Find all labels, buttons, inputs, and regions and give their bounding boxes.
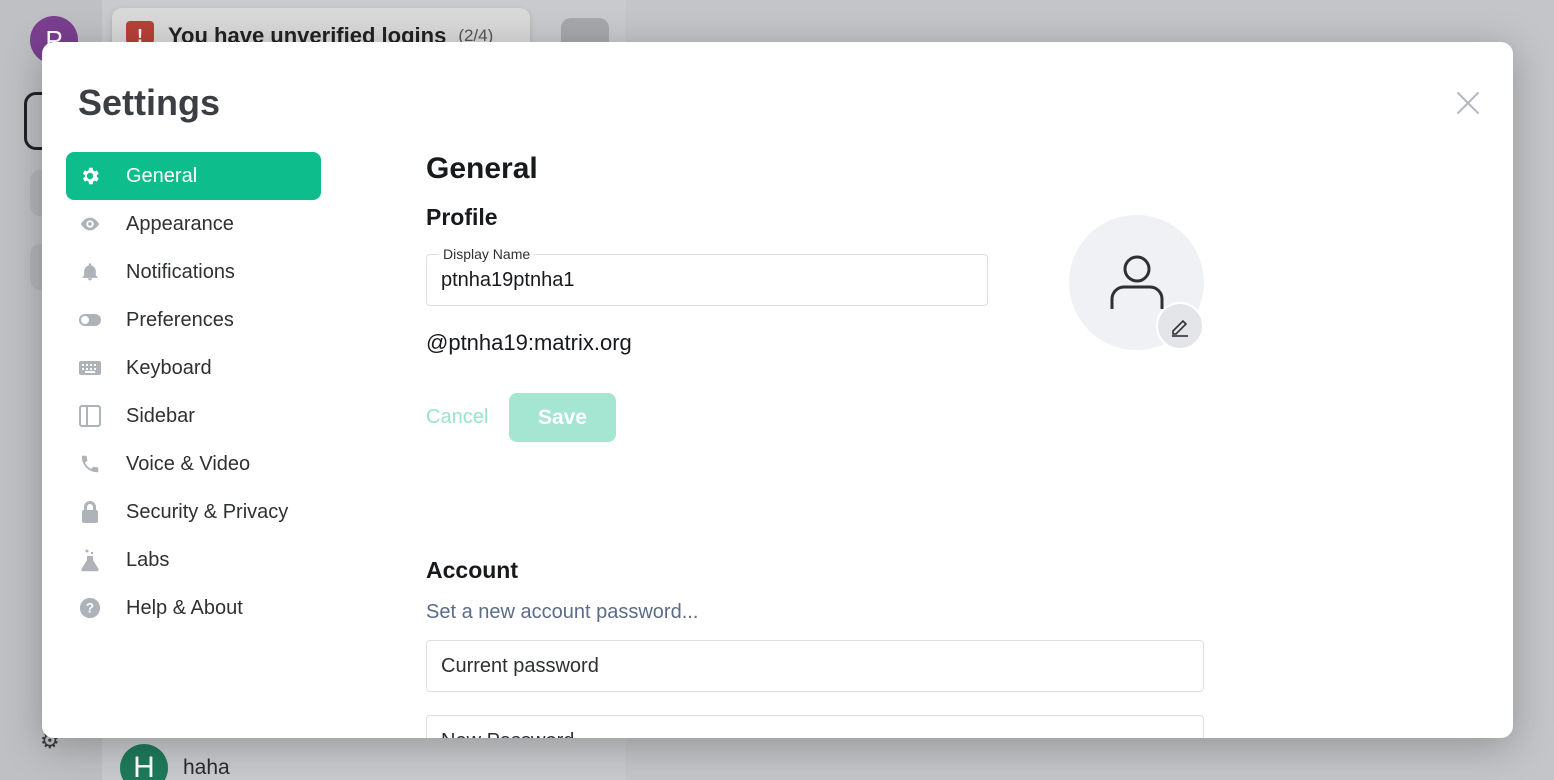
gear-icon xyxy=(78,164,102,188)
nav-item-label: Preferences xyxy=(126,308,234,331)
pencil-icon xyxy=(1172,319,1188,337)
profile-heading: Profile xyxy=(426,204,498,230)
bell-icon xyxy=(78,260,102,284)
keyboard-icon xyxy=(78,356,102,380)
display-name-input[interactable] xyxy=(427,255,987,305)
nav-item-labs[interactable]: Labs xyxy=(66,536,321,584)
room-name: haha xyxy=(183,756,230,779)
nav-item-security-privacy[interactable]: Security & Privacy xyxy=(66,488,321,536)
flask-icon xyxy=(78,548,102,572)
save-button[interactable]: Save xyxy=(509,393,616,442)
toggle-icon xyxy=(78,308,102,332)
set-password-link[interactable]: Set a new account password... xyxy=(426,601,698,624)
nav-item-help-about[interactable]: ? Help & About xyxy=(66,584,321,632)
new-password-field xyxy=(426,715,1204,738)
eye-icon xyxy=(78,212,102,236)
nav-item-label: Voice & Video xyxy=(126,452,251,475)
settings-dialog: Settings General Appearance Notification… xyxy=(42,42,1513,738)
phone-icon xyxy=(78,452,102,476)
new-password-input[interactable] xyxy=(427,716,1203,738)
nav-item-keyboard[interactable]: Keyboard xyxy=(66,344,321,392)
help-icon: ? xyxy=(78,596,102,620)
nav-item-sidebar[interactable]: Sidebar xyxy=(66,392,321,440)
nav-item-preferences[interactable]: Preferences xyxy=(66,296,321,344)
nav-item-appearance[interactable]: Appearance xyxy=(66,200,321,248)
nav-item-label: Help & About xyxy=(126,596,243,619)
current-password-field xyxy=(426,640,1204,692)
room-list-item[interactable]: H haha xyxy=(120,744,230,780)
account-heading: Account xyxy=(426,557,518,583)
display-name-field: Display Name xyxy=(426,246,988,306)
nav-item-label: Appearance xyxy=(126,212,234,235)
nav-item-label: Labs xyxy=(126,548,170,571)
nav-item-label: Sidebar xyxy=(126,404,195,427)
cancel-button[interactable]: Cancel xyxy=(426,406,488,429)
nav-item-label: Keyboard xyxy=(126,356,212,379)
tab-heading: General xyxy=(426,152,538,185)
current-password-input[interactable] xyxy=(427,641,1203,691)
nav-item-label: General xyxy=(126,164,198,187)
dialog-title: Settings xyxy=(78,82,221,123)
nav-item-notifications[interactable]: Notifications xyxy=(66,248,321,296)
lock-icon xyxy=(78,500,102,524)
user-placeholder-icon xyxy=(1110,255,1164,309)
nav-item-label: Notifications xyxy=(126,260,235,283)
nav-item-label: Security & Privacy xyxy=(126,500,289,523)
sidebar-icon xyxy=(78,404,102,428)
room-avatar: H xyxy=(120,744,168,780)
nav-item-voice-video[interactable]: Voice & Video xyxy=(66,440,321,488)
matrix-id: @ptnha19:matrix.org xyxy=(426,330,632,355)
settings-nav: General Appearance Notifications Prefere… xyxy=(66,152,321,632)
nav-item-general[interactable]: General xyxy=(66,152,321,200)
svg-text:?: ? xyxy=(86,601,94,616)
edit-avatar-button[interactable] xyxy=(1156,302,1204,350)
display-name-label: Display Name xyxy=(439,246,535,262)
close-icon[interactable] xyxy=(1453,88,1483,118)
